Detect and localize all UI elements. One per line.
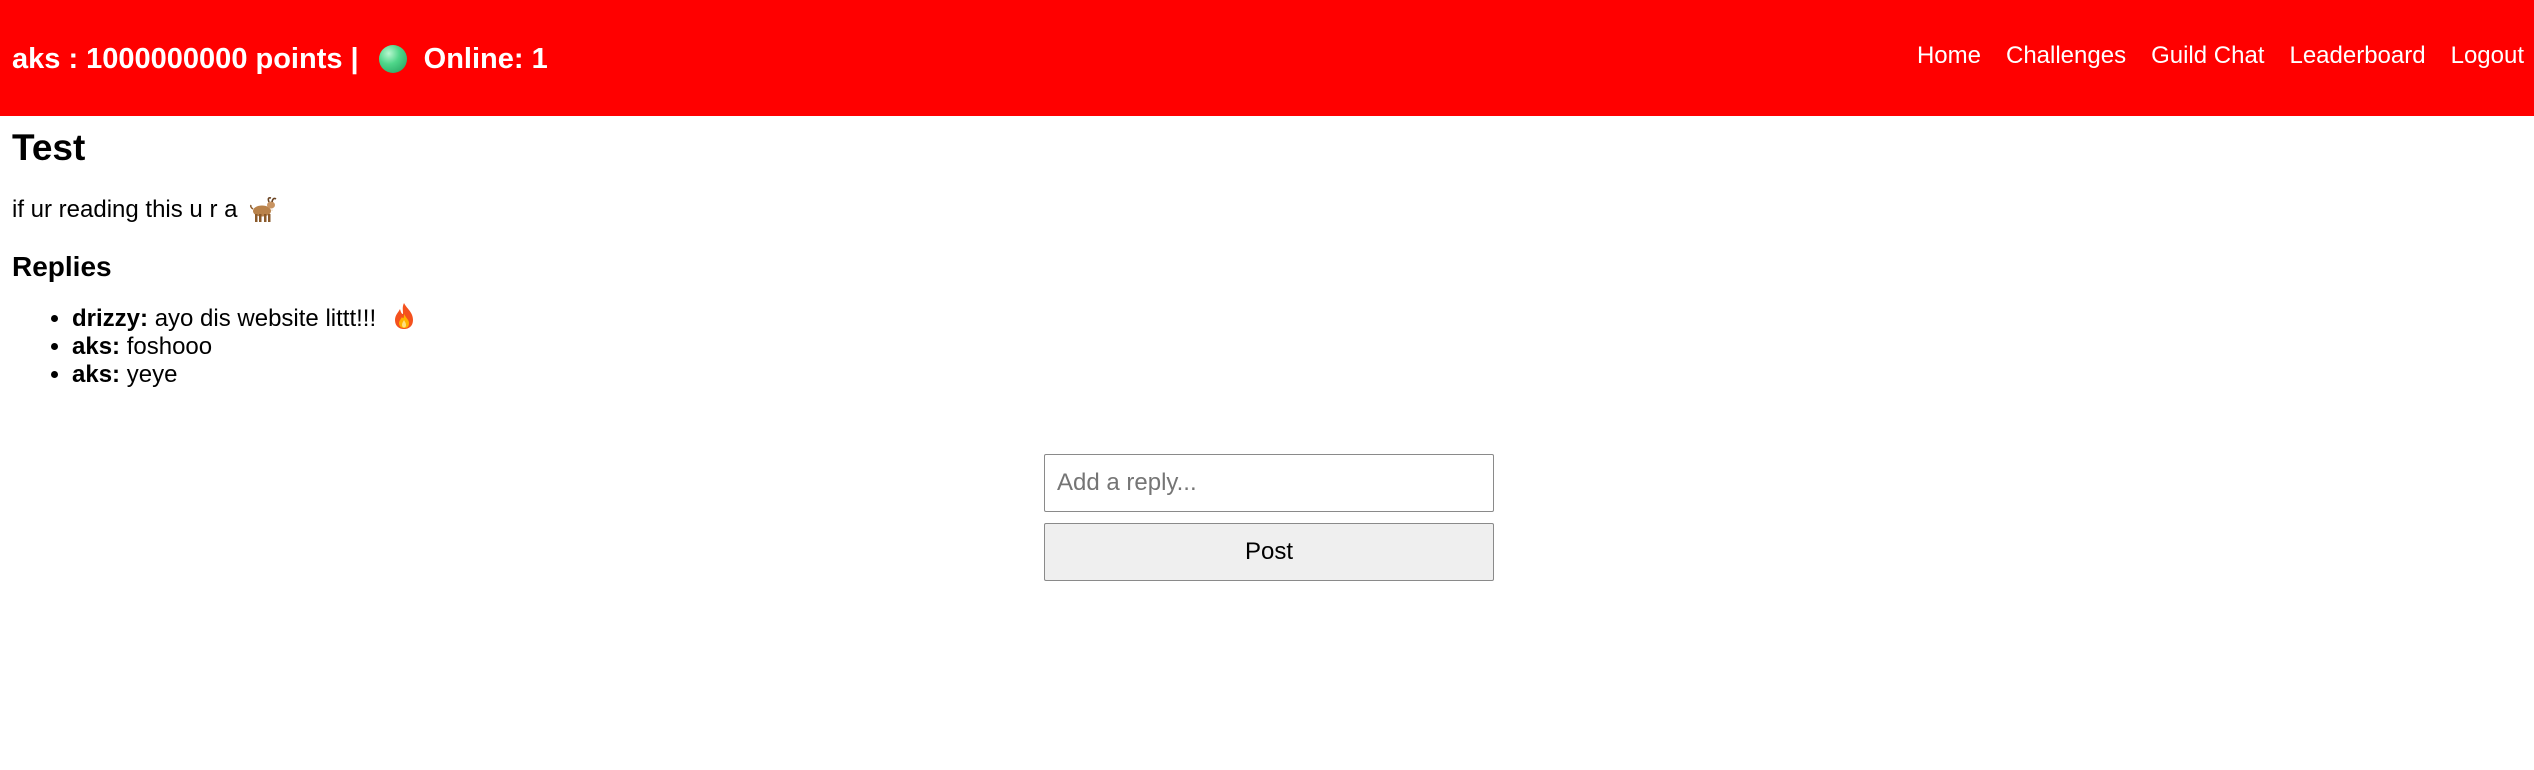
reply-text: foshooo [126,332,213,360]
nav-home-link[interactable]: Home [1917,42,1981,70]
nav-leaderboard-link[interactable]: Leaderboard [2289,42,2425,70]
fire-icon [394,302,413,329]
nav-guild-chat-link[interactable]: Guild Chat [2151,42,2264,70]
post-body: if ur reading this u r a [12,196,2512,224]
nav-logout-link[interactable]: Logout [2451,42,2524,70]
post-title: Test [12,127,86,168]
reply-input[interactable] [1044,454,1494,512]
reply-list: drizzy: ayo dis website littt!!! aks: fo… [12,302,2512,389]
goat-icon [250,197,277,223]
nav-challenges-link[interactable]: Challenges [2006,42,2126,70]
user-status: aks : 1000000000 points | Online: 1 [12,43,548,76]
reply-form: Post [1044,454,1494,581]
reply-item: aks: yeye [72,361,2512,389]
top-bar: aks : 1000000000 points | Online: 1 Home… [0,0,2534,116]
reply-text: ayo dis website littt!!! [154,304,377,332]
main-nav: Home Challenges Guild Chat Leaderboard L… [1917,42,2524,70]
reply-author: aks: [72,332,121,360]
reply-item: aks: foshooo [72,333,2512,361]
reply-author: aks: [72,360,121,388]
user-points-text: aks : 1000000000 points | [12,42,359,75]
online-count-text: Online: 1 [423,42,548,75]
post-body-text: if ur reading this u r a [12,196,238,224]
reply-text: yeye [126,360,178,388]
replies-heading: Replies [12,251,112,283]
reply-item: drizzy: ayo dis website littt!!! [72,302,2512,333]
post-content: Test if ur reading this u r a Replies dr… [12,116,2512,389]
post-button[interactable]: Post [1044,523,1494,581]
reply-author: drizzy: [72,304,149,332]
green-circle-icon [378,45,407,73]
